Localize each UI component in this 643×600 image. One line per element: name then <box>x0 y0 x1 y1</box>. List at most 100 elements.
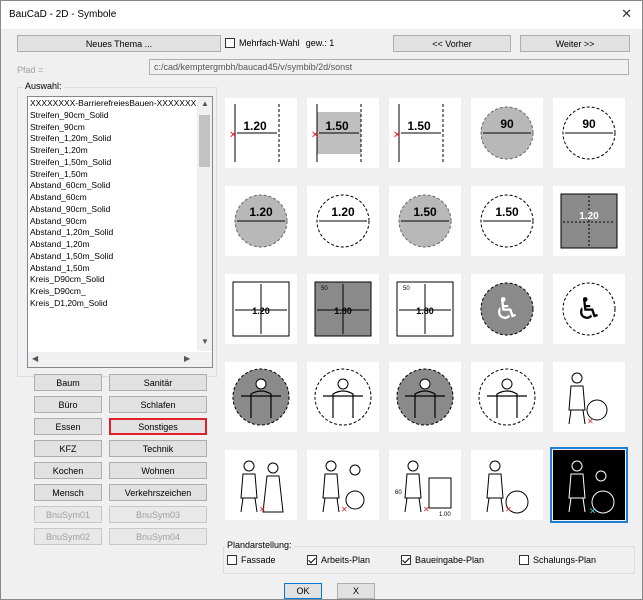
scroll-corner <box>197 352 212 367</box>
rollstuhl-symbol[interactable]: ♿ <box>553 274 625 344</box>
window-title: BauCaD - 2D - Symbole <box>9 9 117 20</box>
marker-x: ✕ <box>341 505 348 514</box>
symbol-preview: 1.50 ✕ <box>393 104 444 162</box>
marker-x: ✕ <box>259 505 266 514</box>
abstand-1-20-symbol[interactable]: 1.20 <box>225 274 297 344</box>
scroll-down-icon[interactable]: ▼ <box>201 337 209 346</box>
auswahl-label: Auswahl: <box>23 81 64 91</box>
symbol-list-items: XXXXXXXX-BarrierefreiesBauen-XXXXXXX Stre… <box>28 97 198 349</box>
cancel-button[interactable]: X <box>337 583 375 599</box>
list-item[interactable]: Kreis_D90cm_ <box>28 285 198 297</box>
category-button-bnusym03[interactable]: BnuSym03 <box>109 506 207 523</box>
list-item[interactable]: Streifen_90cm_Solid <box>28 109 198 121</box>
list-item[interactable]: Abstand_1,20m <box>28 238 198 250</box>
fassade-checkbox[interactable]: Fassade <box>227 555 276 565</box>
list-item[interactable]: Abstand_1,50m_Solid <box>28 250 198 262</box>
category-button-kochen[interactable]: Kochen <box>34 462 102 479</box>
symbol-preview: 1.20 ✕ <box>229 104 280 162</box>
category-button-bnusym04[interactable]: BnuSym04 <box>109 528 207 545</box>
symbol-preview: 1.20 <box>234 194 288 248</box>
scroll-up-icon[interactable]: ▲ <box>201 99 209 108</box>
category-button-mensch[interactable]: Mensch <box>34 484 102 501</box>
vorher-label: << Vorher <box>432 39 472 49</box>
category-button-sanit-r[interactable]: Sanitär <box>109 374 207 391</box>
scroll-right-icon[interactable]: ▶ <box>184 354 190 363</box>
rollstuhl-figur-symbol[interactable]: ✕ <box>471 450 543 520</box>
neues-thema-button[interactable]: Neues Thema ... <box>17 35 221 52</box>
streifen-1-20-symbol[interactable]: 1.20 ✕ <box>225 98 297 168</box>
streifen-1-50-symbol[interactable]: 1.50 ✕ <box>389 98 461 168</box>
schalungs-plan-checkbox[interactable]: Schalungs-Plan <box>519 555 596 565</box>
list-item[interactable]: Kreis_D1,20m_Solid <box>28 297 198 309</box>
begleitung-symbol[interactable]: ✕ <box>550 447 628 523</box>
weiter-button[interactable]: Weiter >> <box>520 35 630 52</box>
mehrfach-wahl-box[interactable] <box>225 38 235 48</box>
kreis-1-20-symbol[interactable]: 1.20 <box>307 186 379 256</box>
schalungs-plan-box[interactable] <box>519 555 529 565</box>
symbol-label: 60 <box>395 490 402 496</box>
list-item[interactable]: Abstand_90cm_Solid <box>28 203 198 215</box>
baueingabe-plan-box[interactable] <box>401 555 411 565</box>
personen-rollstuhl-symbol[interactable]: ✕ <box>307 450 379 520</box>
list-item[interactable]: Abstand_60cm_Solid <box>28 179 198 191</box>
theke-symbol[interactable]: 1.00 60 ✕ <box>389 450 461 520</box>
category-button-kfz[interactable]: KFZ <box>34 440 102 457</box>
ok-button[interactable]: OK <box>284 583 322 599</box>
list-item[interactable]: Streifen_90cm <box>28 121 198 133</box>
abstand-1-80-solid-symbol[interactable]: 1.80 50 <box>307 274 379 344</box>
person-solid-symbol[interactable] <box>225 362 297 432</box>
kreis-1-50-solid-symbol[interactable]: 1.50 <box>389 186 461 256</box>
person-rollstuhl-symbol[interactable]: ✕ <box>553 362 625 432</box>
category-button-schlafen[interactable]: Schlafen <box>109 396 207 413</box>
list-item[interactable]: Streifen_1,50m_Solid <box>28 156 198 168</box>
mehrfach-wahl-checkbox[interactable]: Mehrfach-Wahl gew.: 1 <box>225 38 334 48</box>
category-button-bnusym02[interactable]: BnuSym02 <box>34 528 102 545</box>
arbeits-plan-checkbox[interactable]: Arbeits-Plan <box>307 555 370 565</box>
list-item[interactable]: XXXXXXXX-BarrierefreiesBauen-XXXXXXX <box>28 97 198 109</box>
list-item[interactable]: Streifen_1,50m <box>28 168 198 180</box>
category-button-wohnen[interactable]: Wohnen <box>109 462 207 479</box>
kreis-90-symbol[interactable]: 90 <box>553 98 625 168</box>
kreis-1-20-solid-symbol[interactable]: 1.20 <box>225 186 297 256</box>
list-item[interactable]: Kreis_D90cm_Solid <box>28 273 198 285</box>
rollstuhl-solid-symbol[interactable]: ♿ <box>471 274 543 344</box>
marker-x: ✕ <box>311 130 319 141</box>
symbol-list[interactable]: XXXXXXXX-BarrierefreiesBauen-XXXXXXX Stre… <box>27 96 213 368</box>
list-vertical-scrollbar[interactable]: ▲ ▼ <box>197 97 212 351</box>
arbeits-plan-box[interactable] <box>307 555 317 565</box>
marker-x: ✕ <box>393 130 401 141</box>
symbol-preview: ✕ <box>486 460 529 514</box>
category-button-sonstiges[interactable]: Sonstiges <box>109 418 207 435</box>
scroll-thumb[interactable] <box>199 115 210 167</box>
list-item[interactable]: Abstand_90cm <box>28 215 198 227</box>
abstand-1-80-symbol[interactable]: 1.80 50 <box>389 274 461 344</box>
symbol-preview: ✕ <box>240 460 284 514</box>
person-2-symbol[interactable] <box>471 362 543 432</box>
list-item[interactable]: Abstand_1,50m <box>28 262 198 274</box>
person-symbol[interactable] <box>307 362 379 432</box>
personen-symbol[interactable]: ✕ <box>225 450 297 520</box>
category-button-technik[interactable]: Technik <box>109 440 207 457</box>
category-button-bnusym01[interactable]: BnuSym01 <box>34 506 102 523</box>
list-item[interactable]: Abstand_1,20m_Solid <box>28 226 198 238</box>
symbol-preview <box>396 368 454 426</box>
fassade-box[interactable] <box>227 555 237 565</box>
baueingabe-plan-checkbox[interactable]: Baueingabe-Plan <box>401 555 484 565</box>
scroll-left-icon[interactable]: ◀ <box>32 354 38 363</box>
kreis-90-solid-symbol[interactable]: 90 <box>471 98 543 168</box>
list-item[interactable]: Streifen_1,20m <box>28 144 198 156</box>
list-horizontal-scrollbar[interactable]: ◀ ▶ <box>28 352 198 367</box>
list-item[interactable]: Abstand_60cm <box>28 191 198 203</box>
streifen-1-50-solid-symbol[interactable]: 1.50 ✕ <box>307 98 379 168</box>
category-button-baum[interactable]: Baum <box>34 374 102 391</box>
kreis-1-50-symbol[interactable]: 1.50 <box>471 186 543 256</box>
category-button-essen[interactable]: Essen <box>34 418 102 435</box>
close-icon[interactable]: ✕ <box>621 6 632 22</box>
vorher-button[interactable]: << Vorher <box>393 35 511 52</box>
quadrat-1-20-symbol[interactable]: 1.20 <box>553 186 625 256</box>
pfad-field[interactable]: c:/cad/kemptergmbh/baucad45/v/symbib/2d/… <box>149 59 629 75</box>
category-button-b-ro[interactable]: Büro <box>34 396 102 413</box>
list-item[interactable]: Streifen_1,20m_Solid <box>28 132 198 144</box>
category-button-verkehrszeichen[interactable]: Verkehrszeichen <box>109 484 207 501</box>
person-2-solid-symbol[interactable] <box>389 362 461 432</box>
